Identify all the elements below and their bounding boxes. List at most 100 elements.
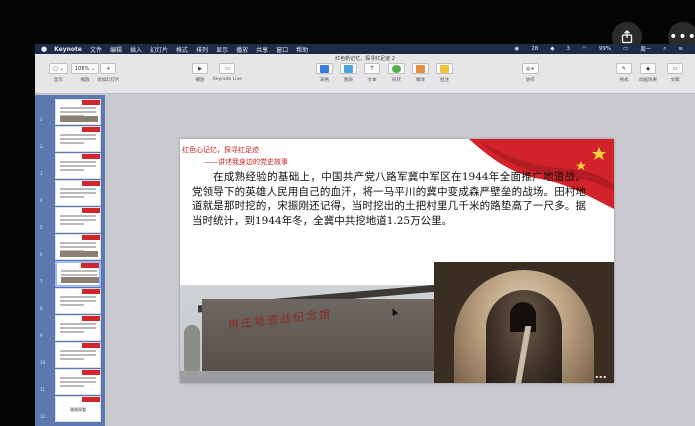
thumbnail-line	[60, 165, 96, 167]
control-center-icon[interactable]: ≡	[678, 46, 683, 52]
slide-body-text[interactable]: 在成熟经验的基础上，中国共产党八路军冀中军区在1944年全面推广地道战。党领导下…	[192, 170, 586, 228]
menu-window[interactable]: 窗口	[276, 45, 288, 54]
toolbar-zoom[interactable]: 106% ⌄ 缩放	[71, 63, 100, 83]
thumbnail-line	[60, 242, 96, 244]
toolbar-format[interactable]: ✎ 格式	[616, 63, 632, 83]
menu-arrange[interactable]: 排列	[196, 45, 208, 54]
battery-level[interactable]: 99%	[599, 46, 611, 52]
menu-file[interactable]: 文件	[90, 45, 102, 54]
search-icon[interactable]: ⌕	[663, 46, 666, 53]
media-button[interactable]	[412, 63, 429, 74]
chart-button[interactable]	[340, 63, 357, 74]
animate-button[interactable]: ◆	[640, 63, 656, 74]
slide-number: 1	[40, 117, 43, 122]
toolbar-collaborate[interactable]: ◎+ 协作	[522, 63, 539, 83]
battery-icon[interactable]: ▭	[623, 46, 628, 52]
window-title: 红色新记忆，探寻红足迹 2	[335, 56, 395, 62]
paintbrush-icon: ✎	[621, 65, 627, 72]
text-label: 文本	[367, 78, 377, 83]
thumbnail-flag	[82, 289, 100, 294]
slide-thumbnail[interactable]	[55, 288, 101, 314]
toolbar-play[interactable]: ▶ 播放	[192, 63, 208, 83]
tunnel-inner	[510, 302, 536, 332]
status-icon-b[interactable]: ◆	[550, 46, 554, 52]
format-button[interactable]: ✎	[616, 63, 632, 74]
menu-play[interactable]: 播放	[236, 45, 248, 54]
slide-title[interactable]: 红色心记忆，探寻红足迹	[182, 145, 259, 155]
toolbar-view[interactable]: ▢ ⌄ 显示	[49, 63, 68, 83]
menubar-status: ◉ 28 ◆ 3 ◠ 99% ▭ 周一 ⌕ ≡	[514, 44, 691, 54]
media-label: 媒体	[416, 78, 425, 83]
view-button[interactable]: ▢ ⌄	[49, 63, 68, 74]
toolbar-media[interactable]: 媒体	[412, 63, 429, 83]
menubar-user[interactable]: 周一	[640, 45, 651, 53]
slide-thumbnail[interactable]	[55, 315, 101, 341]
slide-thumbnail[interactable]	[55, 180, 101, 206]
thumbnail-image	[61, 277, 99, 283]
menu-view[interactable]: 显示	[216, 45, 228, 54]
toolbar-chart[interactable]: 图表	[340, 63, 357, 83]
memorial-wall-photo[interactable]: 冉庄地道战纪念馆	[180, 285, 435, 383]
document-label: 文稿	[670, 78, 680, 83]
slide-thumbnail[interactable]	[55, 126, 101, 152]
thumbnail-line	[60, 188, 96, 190]
slide-thumbnail[interactable]	[55, 99, 101, 125]
table-button[interactable]	[316, 63, 333, 74]
slide-number: 8	[40, 306, 43, 311]
shape-button[interactable]	[388, 63, 405, 74]
add-slide-button[interactable]: +	[100, 63, 117, 74]
slide-subtitle[interactable]: ——讲述我身边的党史故事	[204, 157, 288, 167]
keynote-live-button[interactable]: ▭	[219, 63, 236, 74]
menu-insert[interactable]: 插入	[130, 45, 142, 54]
view-label: 显示	[53, 78, 63, 83]
thumbnail-line	[60, 304, 84, 306]
slide-thumbnail[interactable]	[55, 342, 101, 368]
thumbnail-flag	[81, 263, 99, 268]
thumbnail-line	[60, 111, 96, 113]
toolbar-text[interactable]: T 文本	[364, 63, 380, 83]
toolbar-add-slide[interactable]: + 添加幻灯片	[97, 63, 120, 83]
tunnel-photo[interactable]: ▪ ▪ ▪	[434, 262, 614, 383]
toolbar-table[interactable]: 表格	[316, 63, 333, 83]
slide-thumbnail[interactable]	[55, 207, 101, 233]
thumbnail-line	[60, 327, 96, 329]
document-icon: ▭	[672, 65, 678, 72]
thumbnail-line	[60, 385, 84, 387]
keynote-toolbar: 红色新记忆，探寻红足迹 2 ▢ ⌄ 显示 106% ⌄ 缩放 + 添加幻灯片 ▶…	[35, 54, 695, 94]
collaborate-button[interactable]: ◎+	[522, 63, 539, 74]
menu-edit[interactable]: 编辑	[110, 45, 122, 54]
apple-icon[interactable]: ●	[41, 45, 47, 53]
thumbnail-flag	[82, 316, 100, 321]
menu-app-name[interactable]: Keynote	[54, 46, 82, 53]
wifi-icon[interactable]: ◠	[582, 46, 587, 52]
thumbnail-line	[60, 377, 96, 379]
zoom-select[interactable]: 106% ⌄	[71, 63, 100, 74]
toolbar-shape[interactable]: 形状	[388, 63, 405, 83]
status-icon-a[interactable]: ◉	[514, 46, 519, 52]
text-button[interactable]: T	[364, 63, 380, 74]
thumbnail-line	[60, 215, 96, 217]
toolbar-document[interactable]: ▭ 文稿	[667, 63, 683, 83]
current-slide[interactable]: 红色心记忆，探寻红足迹 ——讲述我身边的党史故事 在成熟经验的基础上，中国共产党…	[180, 139, 614, 383]
thumbnail-line	[60, 196, 84, 198]
slide-thumbnail[interactable]	[55, 153, 101, 179]
slide-thumbnail[interactable]	[55, 369, 101, 395]
thumbnail-flag	[82, 235, 100, 240]
slide-number: 11	[40, 387, 46, 392]
thumbnail-line	[60, 246, 96, 248]
slide-thumbnail[interactable]	[55, 234, 101, 260]
menu-share[interactable]: 共享	[256, 45, 268, 54]
play-button[interactable]: ▶	[192, 63, 208, 74]
toolbar-keynote-live[interactable]: ▭ Keynote Live	[213, 63, 242, 82]
document-button[interactable]: ▭	[667, 63, 683, 74]
toolbar-comment[interactable]: 批注	[436, 63, 453, 83]
menu-slide[interactable]: 幻灯片	[150, 45, 168, 54]
menu-help[interactable]: 帮助	[296, 45, 308, 54]
slide-thumbnail[interactable]: 谢谢观看	[55, 396, 101, 422]
comment-button[interactable]	[436, 63, 453, 74]
thumbnail-line	[60, 161, 96, 163]
slide-thumbnail[interactable]	[55, 261, 101, 287]
shape-label: 形状	[392, 78, 401, 83]
toolbar-animate[interactable]: ◆ 动画效果	[639, 63, 657, 83]
menu-format[interactable]: 格式	[176, 45, 188, 54]
